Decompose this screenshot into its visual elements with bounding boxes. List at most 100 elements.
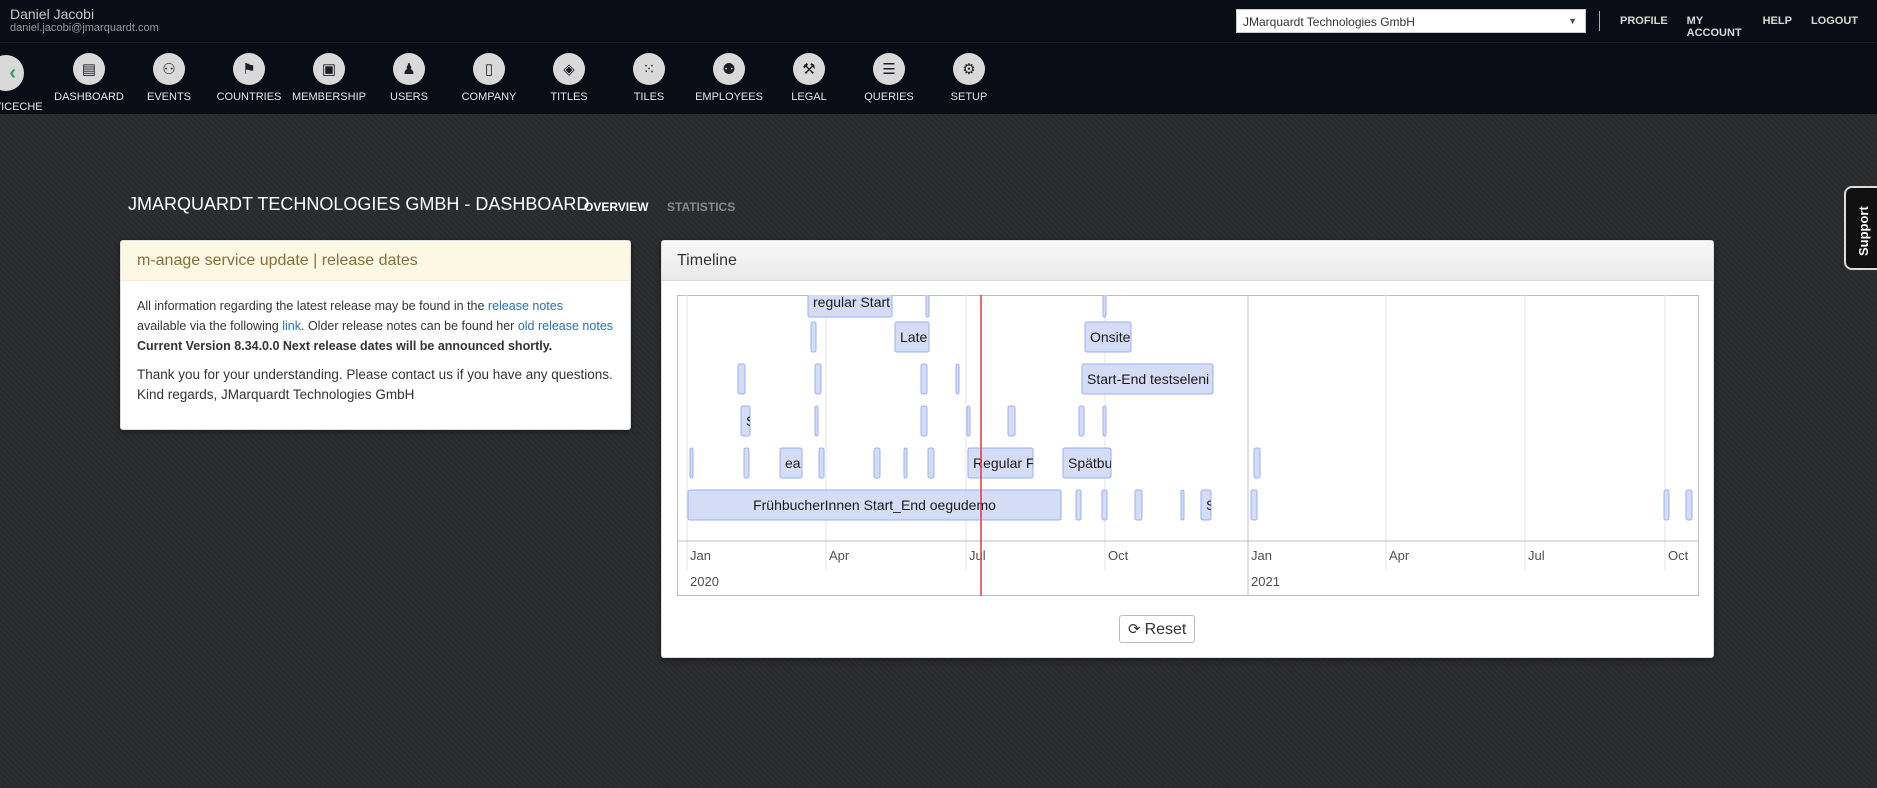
release-info-text: All information regarding the latest rel… bbox=[137, 296, 614, 356]
support-tab[interactable]: Support bbox=[1844, 186, 1877, 270]
month-label: Apr bbox=[829, 548, 850, 563]
timeline-item-label: regular Start bbox=[813, 295, 890, 310]
logout-link[interactable]: LOGOUT bbox=[1811, 15, 1858, 39]
timeline-item bbox=[1253, 447, 1261, 479]
timeline-item bbox=[1007, 405, 1016, 437]
back-arrow-icon[interactable]: ‹ bbox=[0, 55, 24, 91]
nav-item-label: TILES bbox=[633, 91, 665, 103]
timeline-item bbox=[743, 447, 750, 479]
company-select-value: JMarquardt Technologies GmbH bbox=[1243, 15, 1415, 29]
nav-item-setup[interactable]: ⚙ SETUP bbox=[929, 53, 1009, 103]
release-notes-link[interactable]: release notes bbox=[488, 299, 563, 313]
main-nav: ‹ RVICECHE ▤ DASHBOARD ⚇ EVENTS ⚑ COUNTRIES ▣ M… bbox=[0, 42, 1877, 114]
timeline-item bbox=[737, 363, 746, 395]
timeline-item bbox=[1078, 405, 1085, 437]
timeline-item bbox=[1102, 405, 1107, 437]
nav-item-employees[interactable]: ⚉ EMPLOYEES bbox=[689, 53, 769, 103]
my-account-link[interactable]: MY ACCOUNT bbox=[1687, 15, 1744, 39]
month-label: Jul bbox=[1528, 548, 1545, 563]
release-info-heading: m-anage service update | release dates bbox=[121, 241, 630, 281]
timeline-item bbox=[955, 363, 960, 395]
nav-item-membership[interactable]: ▣ MEMBERSHIP bbox=[289, 53, 369, 103]
user-email: daniel.jacobi@jmarquardt.com bbox=[10, 22, 159, 34]
nav-item-label: TITLES bbox=[550, 91, 588, 103]
timeline-heading: Timeline bbox=[662, 241, 1713, 281]
tab-overview[interactable]: OVERVIEW bbox=[584, 200, 648, 214]
nav-item-queries[interactable]: ☰ QUERIES bbox=[849, 53, 929, 103]
timeline-item bbox=[1180, 489, 1185, 521]
timeline-item bbox=[903, 447, 908, 479]
timeline-item bbox=[689, 447, 694, 479]
flag-icon: ⚑ bbox=[233, 53, 265, 85]
text: available via the following bbox=[137, 319, 283, 333]
gavel-icon: ⚒ bbox=[793, 53, 825, 85]
timeline-item bbox=[920, 405, 928, 437]
timeline-item bbox=[1685, 489, 1693, 521]
month-label: Jul bbox=[969, 548, 986, 563]
user-icon: ♟ bbox=[393, 53, 425, 85]
nav-item-users[interactable]: ♟ USERS bbox=[369, 53, 449, 103]
link-link[interactable]: link bbox=[282, 319, 301, 333]
timeline-item bbox=[873, 447, 881, 479]
help-link[interactable]: HELP bbox=[1763, 15, 1792, 39]
timeline-item bbox=[810, 321, 817, 353]
nav-item-company[interactable]: ▯ COMPANY bbox=[449, 53, 529, 103]
id-card-icon: ▣ bbox=[313, 53, 345, 85]
nav-item-label: COUNTRIES bbox=[216, 91, 282, 103]
timeline-item bbox=[814, 363, 822, 395]
nav-item-events[interactable]: ⚇ EVENTS bbox=[129, 53, 209, 103]
nav-item-countries[interactable]: ⚑ COUNTRIES bbox=[209, 53, 289, 103]
text: . Older release notes can be found her bbox=[301, 319, 518, 333]
top-links: PROFILE MY ACCOUNT HELP LOGOUT bbox=[1620, 15, 1877, 39]
company-select[interactable]: JMarquardt Technologies GmbH ▼ bbox=[1236, 9, 1586, 33]
timeline-item-label: Start-End testseleni bbox=[1087, 371, 1209, 387]
month-label: Jan bbox=[690, 548, 711, 563]
tab-statistics[interactable]: STATISTICS bbox=[667, 200, 735, 214]
timeline-item bbox=[814, 405, 819, 437]
reset-button[interactable]: ⟳ Reset bbox=[1119, 615, 1195, 643]
timeline-panel: Timeline Jan Apr Jul Oct Jan Apr Jul Oct 2020 202… bbox=[661, 240, 1714, 658]
nav-item-label: DASHBOARD bbox=[54, 91, 124, 103]
nav-item-back-label[interactable]: RVICECHE bbox=[0, 101, 43, 113]
list-icon: ☰ bbox=[873, 53, 905, 85]
timeline-item bbox=[927, 447, 935, 479]
support-label: Support bbox=[1856, 206, 1871, 256]
top-bar: Daniel Jacobi daniel.jacobi@jmarquardt.c… bbox=[0, 0, 1877, 42]
timeline-item-label: Regular F bbox=[973, 455, 1034, 471]
nav-item-label: MEMBERSHIP bbox=[292, 91, 366, 103]
month-label: Oct bbox=[1108, 548, 1129, 563]
timeline-item bbox=[1075, 489, 1082, 521]
nav-item-label: COMPANY bbox=[461, 91, 517, 103]
month-label: Jan bbox=[1251, 548, 1272, 563]
timeline-item bbox=[966, 405, 971, 437]
events-icon: ⚇ bbox=[153, 53, 185, 85]
nav-item-tiles[interactable]: ⁙ TILES bbox=[609, 53, 689, 103]
people-icon: ⚉ bbox=[713, 53, 745, 85]
nav-item-titles[interactable]: ◈ TITLES bbox=[529, 53, 609, 103]
divider bbox=[1599, 11, 1600, 31]
nav-item-legal[interactable]: ⚒ LEGAL bbox=[769, 53, 849, 103]
release-info-body: All information regarding the latest rel… bbox=[121, 281, 630, 429]
year-label: 2021 bbox=[1251, 574, 1280, 589]
timeline-item bbox=[1134, 489, 1143, 521]
graduation-cap-icon: ◈ bbox=[553, 53, 585, 85]
current-version-text: Current Version 8.34.0.0 Next release da… bbox=[137, 339, 553, 353]
timeline-item bbox=[818, 447, 825, 479]
thank-you-text: Thank you for your understanding. Please… bbox=[137, 367, 613, 402]
release-info-panel: m-anage service update | release dates A… bbox=[120, 240, 631, 430]
timeline-item-label: Onsite bbox=[1090, 329, 1131, 345]
timeline-item-label: Late bbox=[900, 329, 927, 345]
old-release-notes-link[interactable]: old release notes bbox=[518, 319, 613, 333]
nav-item-label: EVENTS bbox=[146, 91, 191, 103]
profile-link[interactable]: PROFILE bbox=[1620, 15, 1668, 39]
nav-item-label: SETUP bbox=[950, 91, 988, 103]
user-name: Daniel Jacobi bbox=[10, 6, 95, 22]
reset-label: Reset bbox=[1144, 621, 1187, 638]
nav-item-label: QUERIES bbox=[864, 91, 914, 103]
refresh-icon: ⟳ bbox=[1128, 621, 1141, 638]
timeline-item bbox=[1102, 295, 1107, 318]
timeline-chart[interactable]: Jan Apr Jul Oct Jan Apr Jul Oct 2020 2021 regular … bbox=[677, 295, 1699, 596]
timeline-item bbox=[1663, 489, 1670, 521]
nav-item-dashboard[interactable]: ▤ DASHBOARD bbox=[49, 53, 129, 103]
timeline-item bbox=[925, 295, 930, 318]
